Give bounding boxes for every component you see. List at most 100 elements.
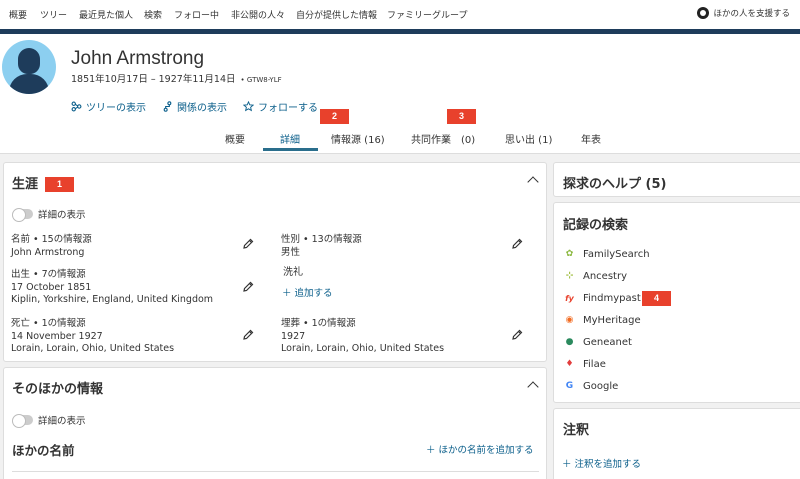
edit-burial-pencil-icon[interactable] xyxy=(511,329,523,341)
tab-details[interactable]: 詳細 xyxy=(280,131,300,146)
sex-vital[interactable]: 性別 • 13の情報源 男性 xyxy=(281,234,362,259)
record-google[interactable]: G Google xyxy=(564,381,618,392)
person-id-value: GTW8-YLF xyxy=(246,76,282,84)
death-date: 14 November 1927 xyxy=(11,330,103,342)
person-dates: 1851年10月17日 – 1927年11月14日 xyxy=(71,74,236,85)
record-ancestry[interactable]: ⊹ Ancestry xyxy=(564,271,627,282)
person-actions: ツリーの表示 関係の表示 フォローする xyxy=(71,99,318,114)
notes-title: 注釈 xyxy=(563,423,590,438)
familysearch-icon: ✿ xyxy=(565,249,574,259)
person-id: • GTW8-YLF xyxy=(240,76,282,84)
burial-label: 埋葬 • 1の情報源 xyxy=(281,318,356,329)
nav-my-contributions[interactable]: 自分が提供した情報 xyxy=(296,8,377,21)
edit-death-pencil-icon[interactable] xyxy=(242,329,254,341)
other-names-divider xyxy=(12,471,539,472)
record-myheritage-label: MyHeritage xyxy=(583,315,641,326)
add-christening-link[interactable]: ＋ 追加する xyxy=(282,285,333,299)
record-familysearch[interactable]: ✿ FamilySearch xyxy=(564,249,650,260)
record-filae-label: Filae xyxy=(583,359,606,370)
follow-button[interactable]: フォローする xyxy=(243,99,318,114)
nav-overview[interactable]: 概要 xyxy=(9,8,27,21)
annotation-badge-2: 2 xyxy=(320,109,349,124)
burial-vital[interactable]: 埋葬 • 1の情報源 1927 Lorain, Lorain, Ohio, Un… xyxy=(281,318,444,356)
death-vital[interactable]: 死亡 • 1の情報源 14 November 1927 Lorain, Lora… xyxy=(11,318,174,356)
add-other-name-link[interactable]: ＋ ほかの名前を追加する xyxy=(426,442,534,456)
research-help-title: 探求のヘルプ (5) xyxy=(563,177,667,192)
person-tabs: 概要 詳細 情報源 (16) 共同作業 (0) 思い出 (1) 年表 xyxy=(0,124,800,152)
edit-sex-pencil-icon[interactable] xyxy=(511,238,523,250)
google-icon: G xyxy=(565,381,574,391)
nav-recent[interactable]: 最近見た個人 xyxy=(79,8,133,21)
record-myheritage[interactable]: ◉ MyHeritage xyxy=(564,315,641,326)
annotation-badge-1: 1 xyxy=(45,177,74,192)
search-records-title: 記録の検索 xyxy=(563,218,629,233)
record-findmypast-label: Findmypast xyxy=(583,293,641,304)
record-geneanet[interactable]: ● Geneanet xyxy=(564,337,632,348)
view-tree-label: ツリーの表示 xyxy=(86,103,146,114)
other-info-title: そのほかの情報 xyxy=(12,382,104,397)
nav-tree[interactable]: ツリー xyxy=(40,8,67,21)
person-name: John Armstrong xyxy=(71,48,205,69)
tab-timeline[interactable]: 年表 xyxy=(581,131,601,146)
star-icon xyxy=(243,101,254,112)
help-others-label: ほかの人を支援する xyxy=(713,9,790,19)
annotation-badge-3: 3 xyxy=(447,109,476,124)
record-ancestry-label: Ancestry xyxy=(583,271,627,282)
tree-icon xyxy=(71,101,82,112)
follow-label: フォローする xyxy=(258,103,318,114)
view-tree-button[interactable]: ツリーの表示 xyxy=(71,99,146,114)
filae-icon: ♦ xyxy=(565,359,574,369)
other-names-heading: ほかの名前 xyxy=(12,443,75,458)
other-details-toggle[interactable] xyxy=(12,414,33,428)
record-filae[interactable]: ♦ Filae xyxy=(564,359,606,370)
top-navigation: 概要 ツリー 最近見た個人 検索 フォロー中 非公開の人々 自分が提供した情報 … xyxy=(0,0,800,29)
record-geneanet-label: Geneanet xyxy=(583,337,632,348)
myheritage-icon: ◉ xyxy=(565,315,574,325)
sex-label: 性別 • 13の情報源 xyxy=(281,234,362,245)
record-findmypast[interactable]: fy Findmypast xyxy=(564,293,641,304)
nav-family-groups[interactable]: ファミリーグループ xyxy=(387,8,467,21)
view-relationship-button[interactable]: 関係の表示 xyxy=(162,99,227,114)
name-label: 名前 • 15の情報源 xyxy=(11,234,92,245)
findmypast-icon: fy xyxy=(565,294,574,303)
avatar-head-shape xyxy=(18,48,40,74)
death-label: 死亡 • 1の情報源 xyxy=(11,318,86,329)
christening-vital: 洗礼 xyxy=(283,267,303,280)
nav-private-people[interactable]: 非公開の人々 xyxy=(231,8,285,21)
tab-collaborate[interactable]: 共同作業 (0) xyxy=(411,131,475,146)
birth-place: Kiplin, Yorkshire, England, United Kingd… xyxy=(11,294,214,305)
person-lifespan: 1851年10月17日 – 1927年11月14日 • GTW8-YLF xyxy=(71,71,282,85)
annotation-badge-4: 4 xyxy=(642,291,671,306)
name-vital[interactable]: 名前 • 15の情報源 John Armstrong xyxy=(11,234,92,259)
edit-name-pencil-icon[interactable] xyxy=(242,238,254,250)
birth-label: 出生 • 7の情報源 xyxy=(11,269,86,280)
tab-summary[interactable]: 概要 xyxy=(225,131,245,146)
nav-search[interactable]: 検索 xyxy=(144,8,162,21)
record-google-label: Google xyxy=(583,381,619,392)
other-details-toggle-label: 詳細の表示 xyxy=(38,416,86,427)
geneanet-icon: ● xyxy=(565,337,574,347)
active-tab-indicator xyxy=(263,148,318,151)
help-icon xyxy=(697,7,710,19)
birth-date: 17 October 1851 xyxy=(11,281,92,293)
ancestry-icon: ⊹ xyxy=(565,271,574,281)
avatar-body-shape xyxy=(9,74,49,94)
tab-sources[interactable]: 情報源 (16) xyxy=(331,131,385,146)
birth-vital[interactable]: 出生 • 7の情報源 17 October 1851 Kiplin, Yorks… xyxy=(11,269,213,307)
nav-following[interactable]: フォロー中 xyxy=(174,8,219,21)
avatar xyxy=(2,40,56,94)
record-familysearch-label: FamilySearch xyxy=(583,249,650,260)
relationship-icon xyxy=(163,101,172,112)
tab-memories[interactable]: 思い出 (1) xyxy=(505,131,552,146)
help-others-link[interactable]: ほかの人を支援する xyxy=(697,7,790,19)
sex-value: 男性 xyxy=(281,246,301,258)
edit-birth-pencil-icon[interactable] xyxy=(242,281,254,293)
burial-place: Lorain, Lorain, Ohio, United States xyxy=(281,343,445,354)
vitals-title: 生涯 xyxy=(12,177,39,192)
vitals-details-toggle[interactable] xyxy=(12,208,33,222)
name-value: John Armstrong xyxy=(11,246,85,258)
view-relationship-label: 関係の表示 xyxy=(177,103,227,114)
add-note-link[interactable]: ＋ 注釈を追加する xyxy=(562,456,641,470)
death-place: Lorain, Lorain, Ohio, United States xyxy=(11,343,175,354)
burial-date: 1927 xyxy=(281,330,306,342)
